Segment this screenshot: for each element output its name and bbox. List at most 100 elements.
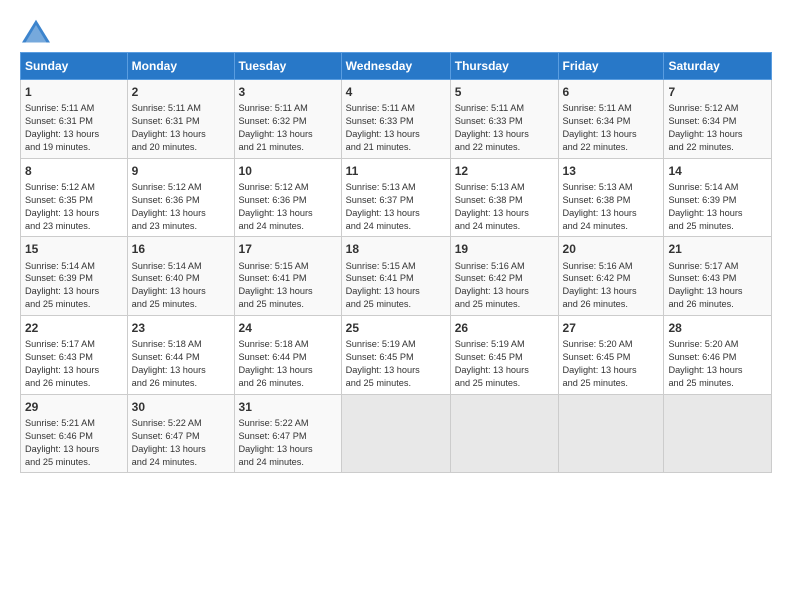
day-number: 10 xyxy=(239,163,337,179)
day-info: Sunrise: 5:11 AM Sunset: 6:32 PM Dayligh… xyxy=(239,102,337,154)
calendar-cell: 18 Sunrise: 5:15 AM Sunset: 6:41 PM Dayli… xyxy=(341,237,450,316)
calendar-cell xyxy=(450,394,558,473)
calendar-cell: 3 Sunrise: 5:11 AM Sunset: 6:32 PM Daylig… xyxy=(234,80,341,159)
calendar-week-5: 29 Sunrise: 5:21 AM Sunset: 6:46 PM Dayli… xyxy=(21,394,772,473)
day-info: Sunrise: 5:19 AM Sunset: 6:45 PM Dayligh… xyxy=(346,338,446,390)
day-number: 18 xyxy=(346,241,446,257)
calendar-cell: 21Sunrise: 5:17 AM Sunset: 6:43 PM Dayli… xyxy=(664,237,772,316)
day-number: 14 xyxy=(668,163,767,179)
calendar-cell: 5Sunrise: 5:11 AM Sunset: 6:33 PM Daylig… xyxy=(450,80,558,159)
calendar-cell: 8 Sunrise: 5:12 AM Sunset: 6:35 PM Daylig… xyxy=(21,158,128,237)
day-number: 31 xyxy=(239,399,337,415)
day-info: Sunrise: 5:11 AM Sunset: 6:33 PM Dayligh… xyxy=(455,102,554,154)
day-info: Sunrise: 5:17 AM Sunset: 6:43 PM Dayligh… xyxy=(25,338,123,390)
day-info: Sunrise: 5:11 AM Sunset: 6:33 PM Dayligh… xyxy=(346,102,446,154)
day-info: Sunrise: 5:22 AM Sunset: 6:47 PM Dayligh… xyxy=(239,417,337,469)
day-number: 13 xyxy=(563,163,660,179)
day-number: 6 xyxy=(563,84,660,100)
day-info: Sunrise: 5:11 AM Sunset: 6:31 PM Dayligh… xyxy=(25,102,123,154)
calendar-week-3: 15 Sunrise: 5:14 AM Sunset: 6:39 PM Dayli… xyxy=(21,237,772,316)
calendar-cell xyxy=(341,394,450,473)
calendar-cell: 9 Sunrise: 5:12 AM Sunset: 6:36 PM Daylig… xyxy=(127,158,234,237)
day-number: 24 xyxy=(239,320,337,336)
day-number: 21 xyxy=(668,241,767,257)
calendar-cell xyxy=(558,394,664,473)
calendar-cell: 15 Sunrise: 5:14 AM Sunset: 6:39 PM Dayli… xyxy=(21,237,128,316)
day-number: 20 xyxy=(563,241,660,257)
day-number: 16 xyxy=(132,241,230,257)
day-number: 8 xyxy=(25,163,123,179)
day-number: 1 xyxy=(25,84,123,100)
day-info: Sunrise: 5:12 AM Sunset: 6:36 PM Dayligh… xyxy=(239,181,337,233)
day-number: 3 xyxy=(239,84,337,100)
day-info: Sunrise: 5:11 AM Sunset: 6:31 PM Dayligh… xyxy=(132,102,230,154)
day-number: 2 xyxy=(132,84,230,100)
day-number: 11 xyxy=(346,163,446,179)
calendar-cell: 26 Sunrise: 5:19 AM Sunset: 6:45 PM Dayli… xyxy=(450,316,558,395)
calendar-cell: 16 Sunrise: 5:14 AM Sunset: 6:40 PM Dayli… xyxy=(127,237,234,316)
day-info: Sunrise: 5:13 AM Sunset: 6:38 PM Dayligh… xyxy=(563,181,660,233)
day-info: Sunrise: 5:14 AM Sunset: 6:39 PM Dayligh… xyxy=(25,260,123,312)
logo-icon xyxy=(20,18,52,46)
day-number: 7 xyxy=(668,84,767,100)
day-info: Sunrise: 5:14 AM Sunset: 6:39 PM Dayligh… xyxy=(668,181,767,233)
logo xyxy=(20,18,56,46)
calendar-cell: 27Sunrise: 5:20 AM Sunset: 6:45 PM Dayli… xyxy=(558,316,664,395)
day-number: 19 xyxy=(455,241,554,257)
day-number: 12 xyxy=(455,163,554,179)
day-info: Sunrise: 5:20 AM Sunset: 6:46 PM Dayligh… xyxy=(668,338,767,390)
calendar-header-saturday: Saturday xyxy=(664,53,772,80)
calendar-cell: 25 Sunrise: 5:19 AM Sunset: 6:45 PM Dayli… xyxy=(341,316,450,395)
calendar-week-1: 1 Sunrise: 5:11 AM Sunset: 6:31 PM Daylig… xyxy=(21,80,772,159)
calendar-header-wednesday: Wednesday xyxy=(341,53,450,80)
day-number: 28 xyxy=(668,320,767,336)
day-info: Sunrise: 5:13 AM Sunset: 6:38 PM Dayligh… xyxy=(455,181,554,233)
calendar-cell: 13 Sunrise: 5:13 AM Sunset: 6:38 PM Dayli… xyxy=(558,158,664,237)
calendar-cell: 24 Sunrise: 5:18 AM Sunset: 6:44 PM Dayli… xyxy=(234,316,341,395)
calendar-cell: 7Sunrise: 5:12 AM Sunset: 6:34 PM Daylig… xyxy=(664,80,772,159)
header xyxy=(20,18,772,46)
day-info: Sunrise: 5:15 AM Sunset: 6:41 PM Dayligh… xyxy=(346,260,446,312)
page: SundayMondayTuesdayWednesdayThursdayFrid… xyxy=(0,0,792,483)
calendar-cell: 10 Sunrise: 5:12 AM Sunset: 6:36 PM Dayli… xyxy=(234,158,341,237)
calendar-cell: 2 Sunrise: 5:11 AM Sunset: 6:31 PM Daylig… xyxy=(127,80,234,159)
day-number: 17 xyxy=(239,241,337,257)
day-info: Sunrise: 5:16 AM Sunset: 6:42 PM Dayligh… xyxy=(563,260,660,312)
calendar-cell: 20 Sunrise: 5:16 AM Sunset: 6:42 PM Dayli… xyxy=(558,237,664,316)
calendar-cell: 6 Sunrise: 5:11 AM Sunset: 6:34 PM Daylig… xyxy=(558,80,664,159)
calendar-cell: 30 Sunrise: 5:22 AM Sunset: 6:47 PM Dayli… xyxy=(127,394,234,473)
day-number: 29 xyxy=(25,399,123,415)
day-number: 30 xyxy=(132,399,230,415)
day-number: 15 xyxy=(25,241,123,257)
calendar: SundayMondayTuesdayWednesdayThursdayFrid… xyxy=(20,52,772,473)
calendar-cell: 19 Sunrise: 5:16 AM Sunset: 6:42 PM Dayli… xyxy=(450,237,558,316)
day-number: 4 xyxy=(346,84,446,100)
day-info: Sunrise: 5:16 AM Sunset: 6:42 PM Dayligh… xyxy=(455,260,554,312)
day-info: Sunrise: 5:22 AM Sunset: 6:47 PM Dayligh… xyxy=(132,417,230,469)
day-info: Sunrise: 5:12 AM Sunset: 6:36 PM Dayligh… xyxy=(132,181,230,233)
day-number: 9 xyxy=(132,163,230,179)
day-info: Sunrise: 5:11 AM Sunset: 6:34 PM Dayligh… xyxy=(563,102,660,154)
calendar-header-thursday: Thursday xyxy=(450,53,558,80)
calendar-cell: 28 Sunrise: 5:20 AM Sunset: 6:46 PM Dayli… xyxy=(664,316,772,395)
day-number: 22 xyxy=(25,320,123,336)
day-info: Sunrise: 5:19 AM Sunset: 6:45 PM Dayligh… xyxy=(455,338,554,390)
calendar-cell: 11Sunrise: 5:13 AM Sunset: 6:37 PM Dayli… xyxy=(341,158,450,237)
calendar-header-row: SundayMondayTuesdayWednesdayThursdayFrid… xyxy=(21,53,772,80)
day-info: Sunrise: 5:12 AM Sunset: 6:35 PM Dayligh… xyxy=(25,181,123,233)
day-number: 23 xyxy=(132,320,230,336)
calendar-header-sunday: Sunday xyxy=(21,53,128,80)
calendar-cell: 14 Sunrise: 5:14 AM Sunset: 6:39 PM Dayli… xyxy=(664,158,772,237)
calendar-header-monday: Monday xyxy=(127,53,234,80)
day-info: Sunrise: 5:18 AM Sunset: 6:44 PM Dayligh… xyxy=(239,338,337,390)
day-info: Sunrise: 5:15 AM Sunset: 6:41 PM Dayligh… xyxy=(239,260,337,312)
calendar-cell: 29 Sunrise: 5:21 AM Sunset: 6:46 PM Dayli… xyxy=(21,394,128,473)
calendar-cell: 1 Sunrise: 5:11 AM Sunset: 6:31 PM Daylig… xyxy=(21,80,128,159)
calendar-week-4: 22 Sunrise: 5:17 AM Sunset: 6:43 PM Dayli… xyxy=(21,316,772,395)
day-number: 26 xyxy=(455,320,554,336)
day-info: Sunrise: 5:18 AM Sunset: 6:44 PM Dayligh… xyxy=(132,338,230,390)
day-number: 25 xyxy=(346,320,446,336)
day-info: Sunrise: 5:21 AM Sunset: 6:46 PM Dayligh… xyxy=(25,417,123,469)
day-info: Sunrise: 5:14 AM Sunset: 6:40 PM Dayligh… xyxy=(132,260,230,312)
day-info: Sunrise: 5:20 AM Sunset: 6:45 PM Dayligh… xyxy=(563,338,660,390)
